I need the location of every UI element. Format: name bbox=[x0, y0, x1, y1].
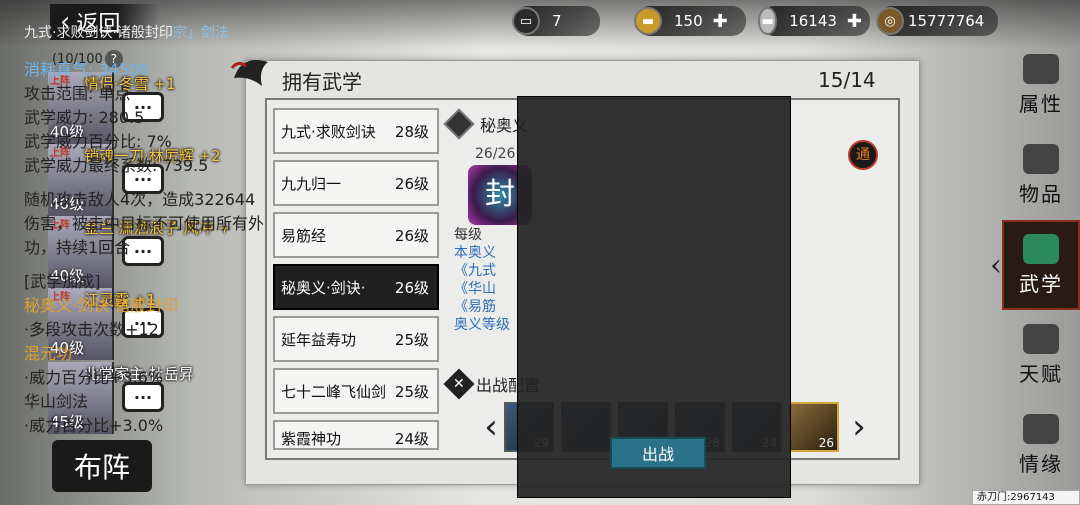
skill-item-selected[interactable]: 秘奥义·剑诀· 26级 bbox=[273, 264, 439, 310]
nav-attribute[interactable]: 属性 bbox=[1002, 40, 1080, 130]
cart-icon: ▭ bbox=[512, 7, 540, 35]
skill-detail-text: 每级 本奥义 《九式 《华山 《易筋 奥义等级 bbox=[454, 227, 510, 333]
skill-item[interactable]: 紫霞神功 24级 bbox=[273, 420, 439, 450]
skill-item[interactable]: 易筋经 26级 bbox=[273, 212, 439, 258]
resource-cart: ▭ 7 bbox=[512, 6, 600, 36]
tong-badge[interactable]: 通 bbox=[848, 140, 878, 170]
skill-item[interactable]: 延年益寿功 25级 bbox=[273, 316, 439, 362]
panel-title: 拥有武学 bbox=[282, 70, 362, 94]
skill-progress: 26/26 bbox=[475, 146, 516, 162]
nav-martial-arts[interactable]: 武学 bbox=[990, 220, 1080, 310]
chevron-right-icon[interactable]: › bbox=[846, 407, 872, 447]
skill-diamond-icon bbox=[443, 108, 475, 140]
item-icon bbox=[1023, 143, 1059, 174]
side-nav: 属性 物品 武学 天赋 情缘 bbox=[990, 40, 1080, 490]
coin-icon: ◎ bbox=[876, 7, 904, 35]
tooltip-body: 消耗真气: 34500 攻击范围: 单点 武学威力: 280.5 武学威力百分比… bbox=[24, 60, 265, 435]
skill-item[interactable]: 九九归一 26级 bbox=[273, 160, 439, 206]
sect-id-label: 赤刀门:2967143 bbox=[972, 490, 1080, 505]
battle-config-icon: ✕ bbox=[443, 368, 475, 400]
page-indicator: 15/14 bbox=[818, 68, 876, 92]
resource-silver: ▬ 16143 ✚ bbox=[758, 6, 870, 36]
skill-item[interactable]: 九式·求败剑诀 28级 bbox=[273, 108, 439, 154]
formation-button[interactable]: 布阵 bbox=[52, 440, 152, 492]
nav-bond[interactable]: 情缘 bbox=[1002, 400, 1080, 490]
silver-ingot-icon: ▬ bbox=[758, 7, 778, 35]
talent-icon bbox=[1023, 323, 1059, 354]
gold-ingot-icon: ▬ bbox=[634, 7, 662, 35]
nav-talent[interactable]: 天赋 bbox=[1002, 310, 1080, 400]
martial-arts-icon bbox=[1023, 233, 1059, 264]
skill-detail-header: 秘奥义 bbox=[443, 108, 528, 140]
resource-coin: ◎ 15777764 bbox=[876, 6, 998, 36]
nav-items[interactable]: 物品 bbox=[1002, 130, 1080, 220]
bond-icon bbox=[1023, 413, 1059, 444]
attribute-icon bbox=[1023, 53, 1059, 84]
plus-icon[interactable]: ✚ bbox=[847, 11, 862, 32]
skill-item[interactable]: 七十二峰飞仙剑 25级 bbox=[273, 368, 439, 414]
battle-slot[interactable]: 26 bbox=[789, 402, 839, 452]
skill-list: 九式·求败剑诀 28级 九九归一 26级 易筋经 26级 秘奥义·剑诀· 26级 延年益… bbox=[273, 108, 439, 456]
resource-gold: ▬ 150 ✚ bbox=[634, 6, 746, 36]
chevron-left-icon[interactable]: ‹ bbox=[478, 407, 504, 447]
fight-button[interactable]: 出战 bbox=[610, 437, 706, 469]
tooltip-title: 九式·求败剑诀·诸般封印宗」剑法 bbox=[24, 25, 229, 41]
plus-icon[interactable]: ✚ bbox=[713, 11, 728, 32]
